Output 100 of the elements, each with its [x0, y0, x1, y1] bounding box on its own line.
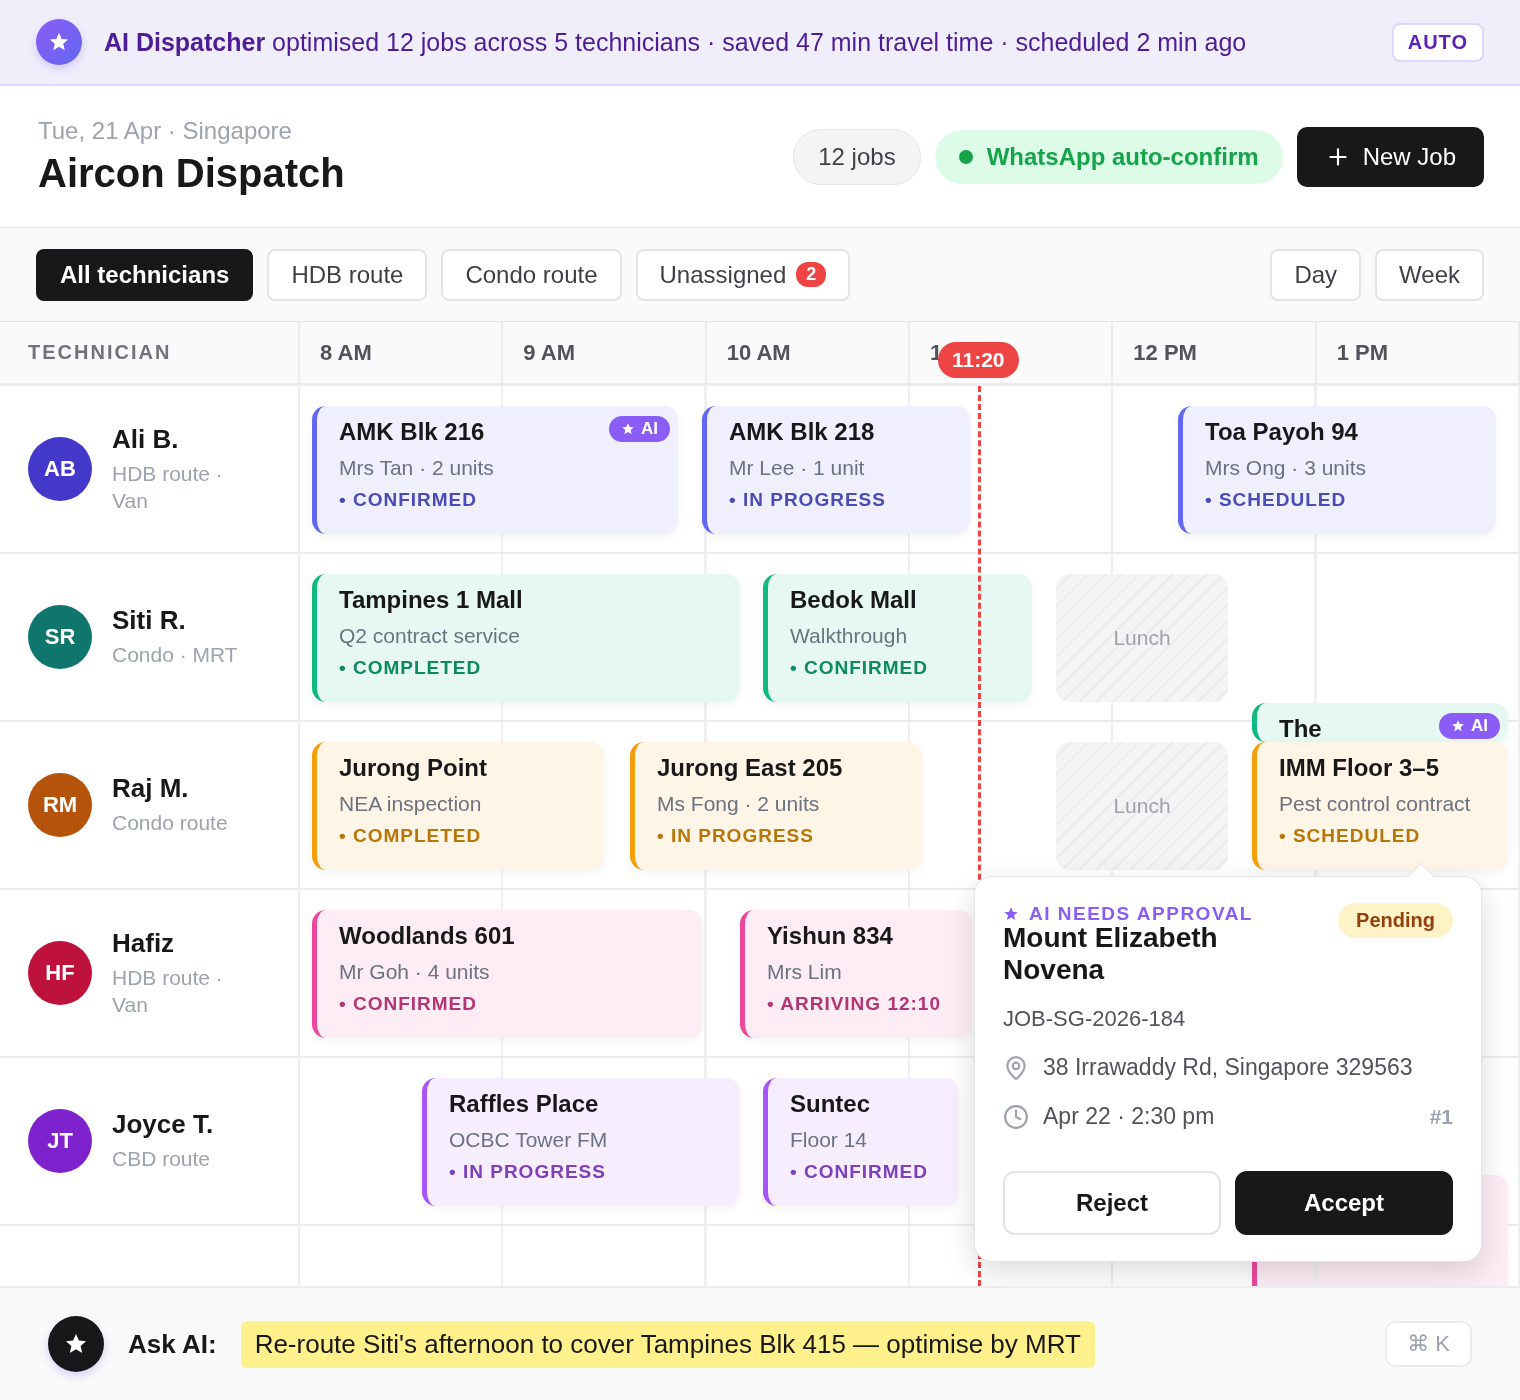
ai-summary-text: AI Dispatcher optimised 12 jobs across 5 technicians · saved 47 min travel time · scheduled 2 min ago — [104, 27, 1248, 57]
star-icon — [1451, 719, 1465, 733]
rank-label: #1 — [1429, 1104, 1453, 1129]
job-title: Yishun 834 — [767, 922, 893, 950]
job-status: • COMPLETED — [339, 657, 482, 680]
job-card[interactable]: Raffles Place OCBC Tower FM • IN PROGRESS — [422, 1078, 740, 1206]
job-status: • CONFIRMED — [339, 489, 477, 512]
ai-badge: AI — [1439, 713, 1500, 739]
job-detail: Q2 contract service — [339, 623, 520, 649]
filter-tab[interactable]: Unassigned 2 — [635, 248, 851, 301]
hour-label: 8 AM — [320, 339, 372, 366]
column-header: TECHNICIAN — [28, 341, 172, 364]
view-tab[interactable]: Day — [1270, 248, 1362, 301]
job-detail: Mr Goh · 4 units — [339, 959, 490, 985]
filter-tab[interactable]: Condo route — [441, 248, 622, 301]
job-title: Tampines 1 Mall — [339, 586, 523, 614]
job-status: • COMPLETED — [339, 825, 482, 848]
job-card[interactable]: Yishun 834 Mrs Lim • ARRIVING 12:10 — [740, 910, 972, 1038]
technician-name: Ali B. — [112, 424, 180, 456]
ask-ai-label: Ask AI: — [128, 1328, 217, 1360]
job-title: Suntec — [790, 1090, 870, 1118]
hour-label: 10 AM — [726, 339, 791, 366]
job-title: Jurong East 205 — [657, 754, 843, 782]
technician-name: Hafiz — [112, 928, 176, 960]
avatar: HF — [28, 941, 92, 1005]
technician-route: HDB route · Van — [112, 461, 224, 514]
job-card[interactable]: AMK Blk 218 Mr Lee · 1 unit • IN PROGRESS — [702, 406, 970, 534]
avatar: RM — [28, 773, 92, 837]
job-time: Apr 22 · 2:30 pm — [1043, 1103, 1216, 1131]
job-title: Jurong Point — [339, 754, 487, 782]
job-card[interactable]: Suntec Floor 14 • CONFIRMED — [763, 1078, 958, 1206]
approval-label: AI NEEDS APPROVAL — [1003, 903, 1253, 925]
reject-button[interactable]: Reject — [1003, 1171, 1221, 1235]
job-status: • ARRIVING 12:10 — [767, 993, 941, 1016]
hour-label: 9 AM — [523, 339, 576, 366]
job-card[interactable]: Bedok Mall Walkthrough • CONFIRMED — [763, 574, 1032, 702]
job-title: AMK Blk 218 — [729, 418, 875, 446]
job-card[interactable]: Jurong East 205 Ms Fong · 2 units • IN PROGRESS — [630, 742, 922, 870]
job-card[interactable]: Tampines 1 Mall Q2 contract service • COMPLETED — [312, 574, 740, 702]
job-card[interactable]: AMK Blk 216 Mrs Tan · 2 units • CONFIRMED AI — [312, 406, 678, 534]
avatar: SR — [28, 605, 92, 669]
job-detail: Ms Fong · 2 units — [657, 791, 820, 817]
filter-tab[interactable]: HDB route — [267, 248, 428, 301]
new-job-button[interactable]: New Job — [1296, 126, 1484, 187]
job-card[interactable]: Jurong Point NEA inspection • COMPLETED — [312, 742, 604, 870]
job-detail: Mrs Tan · 2 units — [339, 455, 494, 481]
shortcut-hint: ⌘ K — [1385, 1321, 1472, 1367]
star-icon — [621, 422, 635, 436]
star-icon — [48, 31, 70, 53]
job-status: • CONFIRMED — [339, 993, 477, 1016]
job-title: Mount Elizabeth Novena — [1003, 922, 1219, 987]
job-detail: OCBC Tower FM — [449, 1127, 608, 1153]
job-title: Woodlands 601 — [339, 922, 515, 950]
technician-route: CBD route — [112, 1146, 212, 1173]
job-detail: Mr Lee · 1 unit — [729, 455, 865, 481]
job-status: • IN PROGRESS — [449, 1161, 606, 1184]
technician-name: Siti R. — [112, 605, 187, 637]
job-card[interactable]: The AI — [1252, 703, 1508, 742]
job-title: AMK Blk 216 — [339, 418, 485, 446]
lunch-label: Lunch — [1113, 794, 1171, 818]
lunch-label: Lunch — [1113, 626, 1171, 650]
star-icon — [1003, 906, 1019, 922]
date-location: Tue, 21 Apr · Singapore — [38, 117, 293, 145]
job-detail: Pest control contract — [1279, 791, 1471, 817]
job-count-pill: 12 jobs — [793, 128, 921, 185]
auto-tag: AUTO — [1391, 22, 1484, 62]
count-badge: 2 — [796, 262, 827, 287]
job-title: Raffles Place — [449, 1090, 599, 1118]
job-card[interactable]: Woodlands 601 Mr Goh · 4 units • CONFIRMED — [312, 910, 702, 1038]
job-card[interactable]: Toa Payoh 94 Mrs Ong · 3 units • SCHEDULED — [1178, 406, 1496, 534]
job-title: Bedok Mall — [790, 586, 917, 614]
filter-tab[interactable]: All technicians — [36, 248, 254, 301]
technician-name: Raj M. — [112, 773, 190, 805]
accept-button[interactable]: Accept — [1235, 1171, 1453, 1235]
job-status: • SCHEDULED — [1205, 489, 1347, 512]
technician-name: Joyce T. — [112, 1109, 215, 1141]
ai-star-badge[interactable] — [48, 1316, 104, 1372]
job-detail: Walkthrough — [790, 623, 908, 649]
job-detail: Floor 14 — [790, 1127, 868, 1153]
ai-prompt-text: Re-route Siti's afternoon to cover Tampines Blk 415 — optimise by MRT — [240, 1320, 1095, 1368]
job-title: Toa Payoh 94 — [1205, 418, 1358, 446]
job-status: • IN PROGRESS — [729, 489, 886, 512]
job-card[interactable]: IMM Floor 3–5 Pest control contract • SCHEDULED — [1252, 742, 1508, 870]
job-address: 38 Irrawaddy Rd, Singapore 329563 — [1043, 1054, 1414, 1082]
clock-icon — [1003, 1103, 1029, 1130]
technician-route: Condo · MRT — [112, 642, 239, 669]
ai-badge: AI — [609, 416, 670, 442]
hour-label: 12 PM — [1133, 339, 1197, 366]
job-detail: Mrs Ong · 3 units — [1205, 455, 1367, 481]
job-status: • CONFIRMED — [790, 657, 928, 680]
view-tab[interactable]: Week — [1375, 248, 1484, 301]
job-detail: Mrs Lim — [767, 959, 842, 985]
current-time-tag: 11:20 — [938, 342, 1019, 378]
pending-badge: Pending — [1338, 903, 1453, 938]
job-id: JOB-SG-2026-184 — [1003, 1006, 1187, 1033]
page-title: Aircon Dispatch — [38, 151, 346, 196]
avatar: AB — [28, 437, 92, 501]
job-detail: NEA inspection — [339, 791, 482, 817]
status-dot-icon — [958, 149, 973, 164]
job-status: • SCHEDULED — [1279, 825, 1421, 848]
